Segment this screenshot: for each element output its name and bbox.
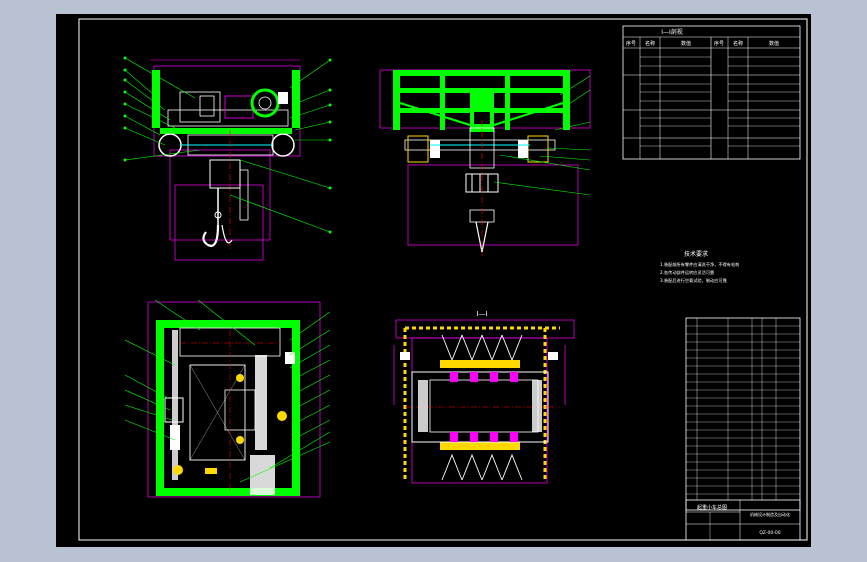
tech-table-header: 数值 (769, 40, 779, 47)
notes-line: 2.各传动部件运转应灵活可靠 (660, 269, 714, 276)
title-block-company: 机械设计制造及自动化 (750, 511, 790, 517)
title-block-name: 起重小车总图 (697, 504, 727, 511)
title-block-drawing-no: QZ-00-00 (759, 530, 780, 536)
tech-table-header: 名称 (733, 40, 743, 47)
tech-table-title: Ⅰ—Ⅰ剖视 (661, 28, 683, 36)
section-label: Ⅰ—Ⅰ (476, 310, 487, 318)
tech-table-header: 名称 (645, 40, 655, 47)
drawing-canvas: Ⅰ—Ⅰ剖视 序号 名称 数值 序号 名称 数值 Ⅰ—Ⅰ 技术要求 1.装配前所有… (56, 14, 811, 547)
notes-heading: 技术要求 (684, 250, 708, 258)
tech-table-header: 数值 (681, 40, 691, 47)
notes-line: 3.装配后进行空载试验，制动应可靠 (660, 277, 727, 284)
notes-line: 1.装配前所有零件应清洗干净，不得有毛刺 (660, 261, 739, 268)
tech-table-header: 序号 (714, 40, 724, 47)
tech-table-header: 序号 (626, 40, 636, 47)
